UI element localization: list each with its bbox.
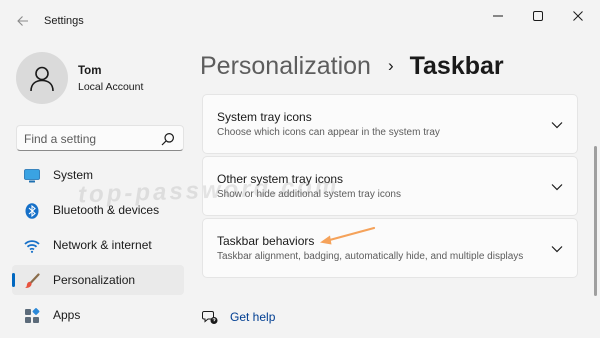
- sidebar-item-label: Bluetooth & devices: [53, 203, 160, 217]
- card-title: System tray icons: [217, 110, 312, 124]
- sidebar-item-apps[interactable]: Apps: [12, 300, 184, 330]
- card-system-tray-icons[interactable]: System tray icons Choose which icons can…: [202, 94, 578, 154]
- breadcrumb-parent[interactable]: Personalization: [200, 52, 371, 80]
- user-icon: [30, 66, 54, 92]
- minimize-button[interactable]: [478, 4, 518, 28]
- card-description: Show or hide additional system tray icon…: [217, 189, 401, 200]
- chevron-down-icon[interactable]: [551, 120, 563, 130]
- get-help-label[interactable]: Get help: [230, 310, 275, 324]
- apps-icon: [24, 308, 40, 324]
- help-chat-icon: [202, 311, 218, 324]
- page-title: Taskbar: [409, 52, 504, 80]
- card-description: Taskbar alignment, badging, automaticall…: [217, 251, 524, 262]
- back-arrow-icon: [17, 16, 28, 26]
- maximize-icon: [533, 11, 543, 21]
- card-description: Choose which icons can appear in the sys…: [217, 127, 440, 138]
- sidebar-item-label: System: [53, 168, 94, 182]
- account-type: Local Account: [78, 81, 144, 93]
- sidebar-item-bluetooth-devices[interactable]: Bluetooth & devices: [12, 195, 184, 225]
- sidebar-item-label: Network & internet: [53, 238, 152, 252]
- brush-icon: [24, 273, 40, 289]
- sidebar-item-label: Apps: [53, 308, 81, 322]
- wifi-icon: [24, 238, 40, 254]
- user-profile[interactable]: Tom Local Account: [16, 52, 188, 104]
- sidebar-nav: System Bluetooth & devices Network & int…: [12, 160, 184, 335]
- search-input[interactable]: [24, 130, 154, 147]
- title-bar: Settings: [0, 0, 600, 42]
- sidebar-item-network-internet[interactable]: Network & internet: [12, 230, 184, 260]
- search-box[interactable]: [16, 125, 184, 151]
- back-button[interactable]: [12, 10, 34, 32]
- search-icon[interactable]: [161, 132, 175, 146]
- sidebar-item-label: Personalization: [53, 273, 136, 287]
- avatar: [16, 52, 68, 104]
- app-title: Settings: [44, 15, 84, 27]
- minimize-icon: [493, 15, 503, 17]
- sidebar-item-personalization[interactable]: Personalization: [12, 265, 184, 295]
- sidebar-item-system[interactable]: System: [12, 160, 184, 190]
- card-title: Taskbar behaviors: [217, 234, 315, 248]
- chevron-down-icon[interactable]: [551, 244, 563, 254]
- card-other-system-tray-icons[interactable]: Other system tray icons Show or hide add…: [202, 156, 578, 216]
- chevron-down-icon[interactable]: [551, 182, 563, 192]
- close-icon: [573, 11, 583, 21]
- chevron-right-icon: ›: [387, 56, 394, 75]
- settings-window: Settings Tom Local Account Find a settin…: [0, 0, 600, 338]
- system-icon: [24, 168, 40, 184]
- bluetooth-icon: [24, 203, 40, 219]
- card-title: Other system tray icons: [217, 172, 344, 186]
- scrollbar[interactable]: [594, 146, 597, 296]
- user-name: Tom: [78, 65, 102, 77]
- close-button[interactable]: [558, 4, 598, 28]
- card-taskbar-behaviors[interactable]: Taskbar behaviors Taskbar alignment, bad…: [202, 218, 578, 278]
- breadcrumb: Personalization › Taskbar: [200, 52, 504, 84]
- maximize-button[interactable]: [518, 4, 558, 28]
- get-help-link[interactable]: Get help: [202, 306, 292, 328]
